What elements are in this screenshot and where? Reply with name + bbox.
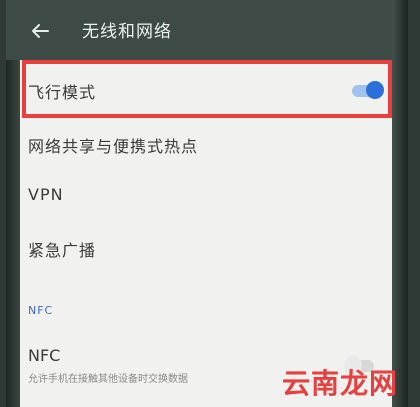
watermark-logo: 云南龙网 — [282, 367, 399, 400]
vpn-row[interactable]: VPN — [6, 170, 408, 222]
vpn-label: VPN — [28, 185, 64, 204]
nfc-section-header: NFC — [28, 304, 54, 317]
nfc-title: NFC — [28, 346, 61, 365]
emergency-broadcast-label: 紧急广播 — [28, 241, 97, 260]
emergency-broadcast-row[interactable]: 紧急广播 — [6, 222, 408, 274]
app-bar: 无线和网络 — [6, 0, 408, 60]
tethering-hotspot-label: 网络共享与便携式热点 — [28, 137, 199, 156]
phone-bezel-right — [392, 0, 408, 407]
tethering-hotspot-row[interactable]: 网络共享与便携式热点 — [6, 118, 408, 170]
nfc-subtitle: 允许手机在接触其他设备时交换数据 — [28, 374, 188, 385]
back-arrow-icon[interactable] — [28, 19, 52, 43]
page-title: 无线和网络 — [82, 22, 172, 42]
phone-screen: 无线和网络 飞行模式 网络共享与便携式热点 VPN 紧急广播 NFC NFC 允… — [6, 0, 408, 407]
highlight-box — [22, 60, 392, 118]
